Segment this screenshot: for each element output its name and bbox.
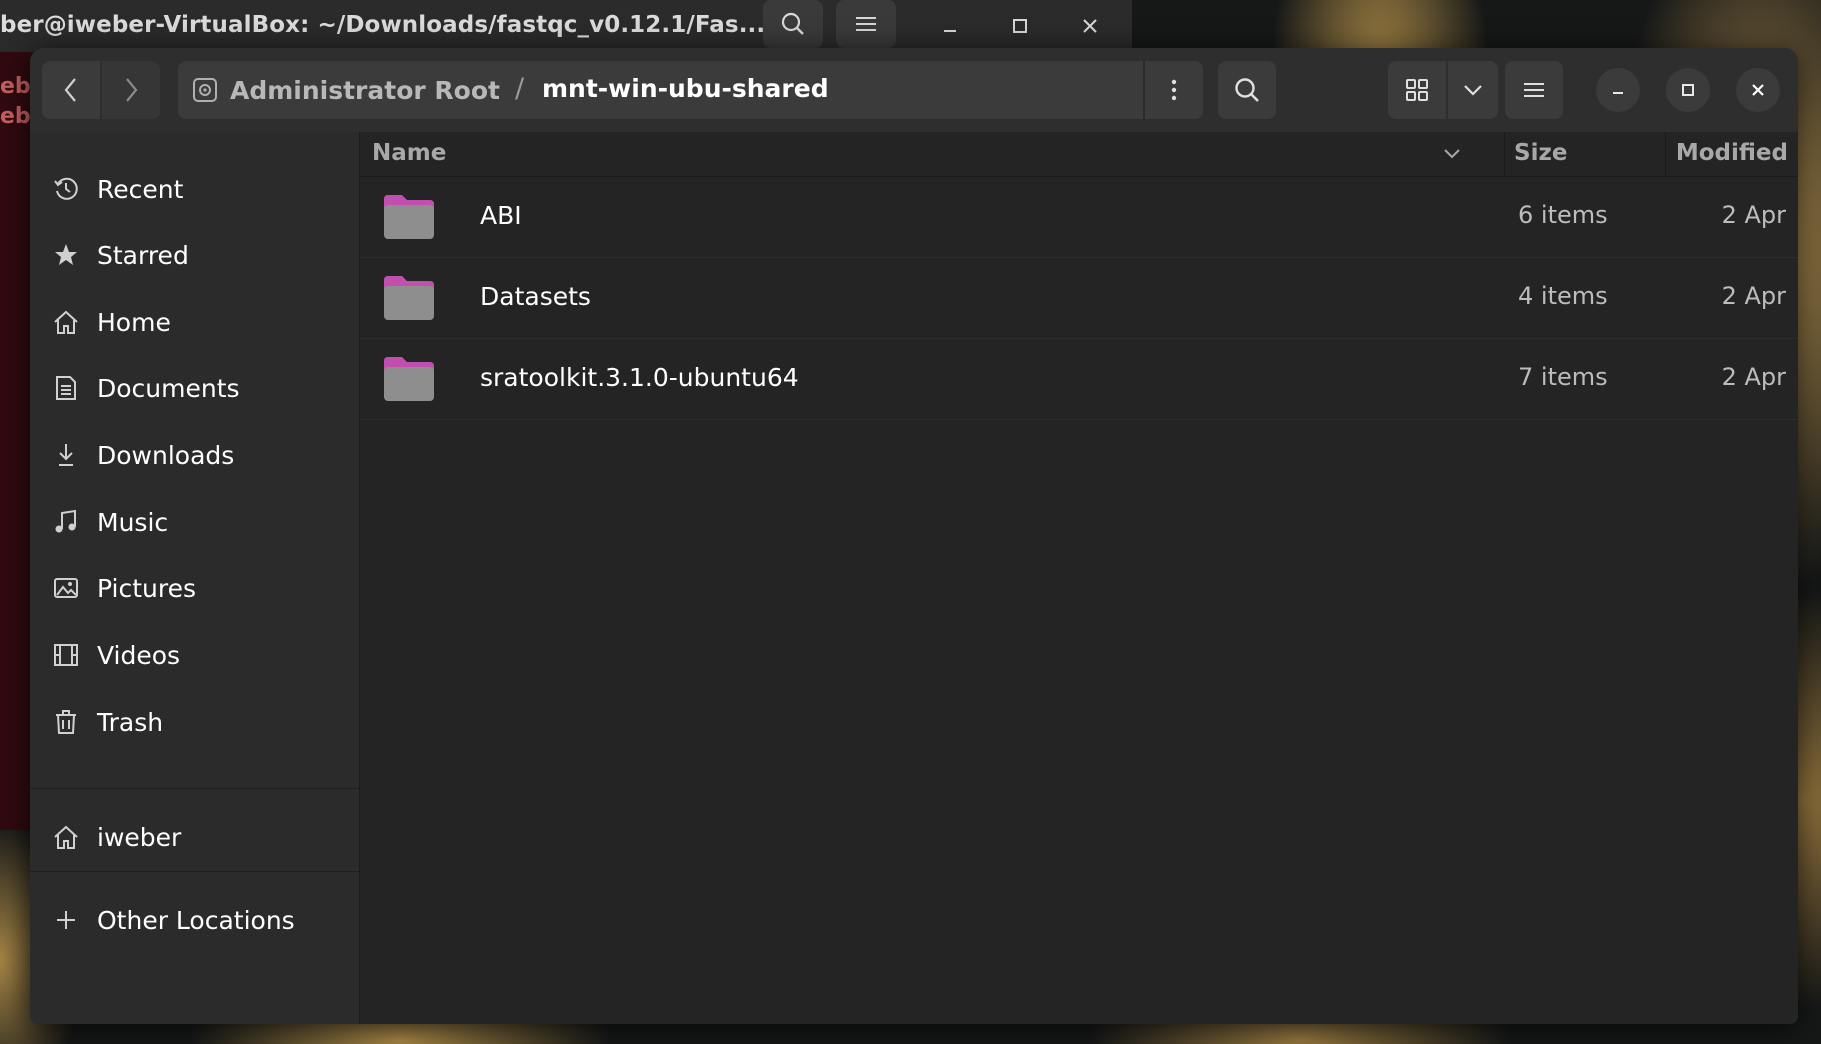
close-icon — [1083, 19, 1097, 33]
sidebar-item-label: Other Locations — [97, 905, 295, 935]
terminal-titlebar[interactable]: ber@iweber-VirtualBox: ~/Downloads/fastq… — [0, 0, 1132, 52]
sidebar-item-other-locations[interactable]: Other Locations — [30, 893, 359, 947]
document-icon — [52, 374, 80, 402]
terminal-menu-button[interactable] — [836, 0, 896, 48]
sidebar-item-pictures[interactable]: Pictures — [30, 561, 359, 615]
sidebar-separator — [30, 788, 359, 789]
sidebar-item-label: Music — [97, 507, 169, 537]
file-size: 7 items — [1518, 363, 1608, 391]
close-button[interactable] — [1736, 68, 1780, 112]
main-menu-button[interactable] — [1505, 61, 1563, 119]
sidebar-item-videos[interactable]: Videos — [30, 628, 359, 682]
column-header-modified[interactable]: Modified — [1676, 140, 1788, 166]
home-icon — [52, 823, 80, 851]
sidebar-item-label: Trash — [97, 707, 164, 737]
folder-icon — [382, 193, 436, 241]
column-divider[interactable] — [1665, 132, 1666, 176]
sidebar: Recent Starred Home Documents Downloads — [30, 132, 360, 1024]
files-window: Administrator Root / mnt-win-ubu-shared — [30, 48, 1798, 1024]
music-icon — [52, 508, 80, 536]
drive-icon — [193, 78, 217, 102]
back-button[interactable] — [42, 61, 100, 119]
file-name: sratoolkit.3.1.0-ubuntu64 — [480, 363, 799, 392]
file-modified: 2 Apr — [1721, 282, 1786, 310]
file-size: 6 items — [1518, 201, 1608, 229]
sidebar-item-starred[interactable]: Starred — [30, 228, 359, 282]
chevron-right-icon — [126, 78, 138, 102]
hamburger-icon — [856, 17, 876, 31]
download-icon — [52, 441, 80, 469]
minimize-button[interactable] — [1596, 68, 1640, 112]
chevron-down-icon[interactable] — [1440, 142, 1464, 166]
sidebar-item-label: Documents — [97, 373, 240, 403]
forward-button[interactable] — [102, 61, 160, 119]
close-icon — [1752, 84, 1764, 96]
sidebar-item-home[interactable]: Home — [30, 295, 359, 349]
maximize-button[interactable] — [1666, 68, 1710, 112]
sidebar-item-label: Videos — [97, 640, 181, 670]
chevron-left-icon — [64, 78, 76, 102]
path-separator: / — [515, 73, 525, 104]
file-modified: 2 Apr — [1721, 363, 1786, 391]
path-root-button[interactable]: Administrator Root — [192, 75, 500, 105]
path-menu-button[interactable] — [1143, 61, 1203, 119]
file-size: 4 items — [1518, 282, 1608, 310]
sidebar-item-documents[interactable]: Documents — [30, 361, 359, 415]
sidebar-item-music[interactable]: Music — [30, 495, 359, 549]
path-current-button[interactable]: mnt-win-ubu-shared — [542, 74, 829, 103]
column-header-name[interactable]: Name — [372, 140, 446, 166]
path-root-label: Administrator Root — [230, 75, 500, 105]
file-name: Datasets — [480, 282, 591, 311]
maximize-icon — [1682, 84, 1694, 96]
folder-icon — [382, 355, 436, 403]
sidebar-item-iweber[interactable]: iweber — [30, 810, 359, 864]
minimize-icon — [944, 30, 956, 32]
column-header-row: Name Size Modified — [360, 132, 1798, 177]
search-button[interactable] — [1218, 61, 1276, 119]
home-icon — [52, 308, 80, 336]
terminal-minimize-button[interactable] — [938, 14, 962, 38]
sidebar-item-label: Starred — [97, 240, 189, 270]
column-divider[interactable] — [1504, 132, 1505, 176]
column-header-size[interactable]: Size — [1514, 140, 1567, 166]
file-list-view: Name Size Modified ABI 6 items 2 Apr Dat… — [360, 132, 1798, 1024]
file-row[interactable]: sratoolkit.3.1.0-ubuntu64 7 items 2 Apr — [360, 339, 1798, 420]
kebab-menu-icon — [1171, 79, 1177, 101]
terminal-search-button[interactable] — [763, 0, 823, 48]
search-icon — [1235, 78, 1259, 102]
sidebar-separator — [30, 871, 359, 872]
chevron-down-icon — [1464, 85, 1482, 96]
file-row[interactable]: ABI 6 items 2 Apr — [360, 177, 1798, 258]
plus-icon — [52, 906, 80, 934]
sidebar-item-label: iweber — [97, 822, 182, 852]
search-icon — [781, 12, 804, 35]
sidebar-item-downloads[interactable]: Downloads — [30, 428, 359, 482]
picture-icon — [52, 574, 80, 602]
sidebar-item-label: Home — [97, 307, 171, 337]
terminal-close-button[interactable] — [1078, 14, 1102, 38]
terminal-maximize-button[interactable] — [1008, 14, 1032, 38]
sidebar-item-label: Pictures — [97, 573, 196, 603]
grid-view-button[interactable] — [1388, 61, 1446, 119]
clock-icon — [52, 175, 80, 203]
folder-icon — [382, 274, 436, 322]
grid-icon — [1406, 79, 1428, 101]
terminal-title: ber@iweber-VirtualBox: ~/Downloads/fastq… — [0, 12, 766, 38]
headerbar: Administrator Root / mnt-win-ubu-shared — [30, 48, 1798, 133]
star-icon — [52, 241, 80, 269]
file-name: ABI — [480, 201, 522, 230]
minimize-icon — [1613, 92, 1623, 94]
sidebar-item-label: Recent — [97, 174, 184, 204]
video-icon — [52, 641, 80, 669]
trash-icon — [52, 708, 80, 736]
sidebar-item-label: Downloads — [97, 440, 235, 470]
hamburger-icon — [1524, 83, 1544, 97]
sidebar-item-recent[interactable]: Recent — [30, 162, 359, 216]
file-modified: 2 Apr — [1721, 201, 1786, 229]
sidebar-item-trash[interactable]: Trash — [30, 695, 359, 749]
view-options-button[interactable] — [1448, 61, 1498, 119]
maximize-icon — [1013, 19, 1027, 33]
file-row[interactable]: Datasets 4 items 2 Apr — [360, 258, 1798, 339]
